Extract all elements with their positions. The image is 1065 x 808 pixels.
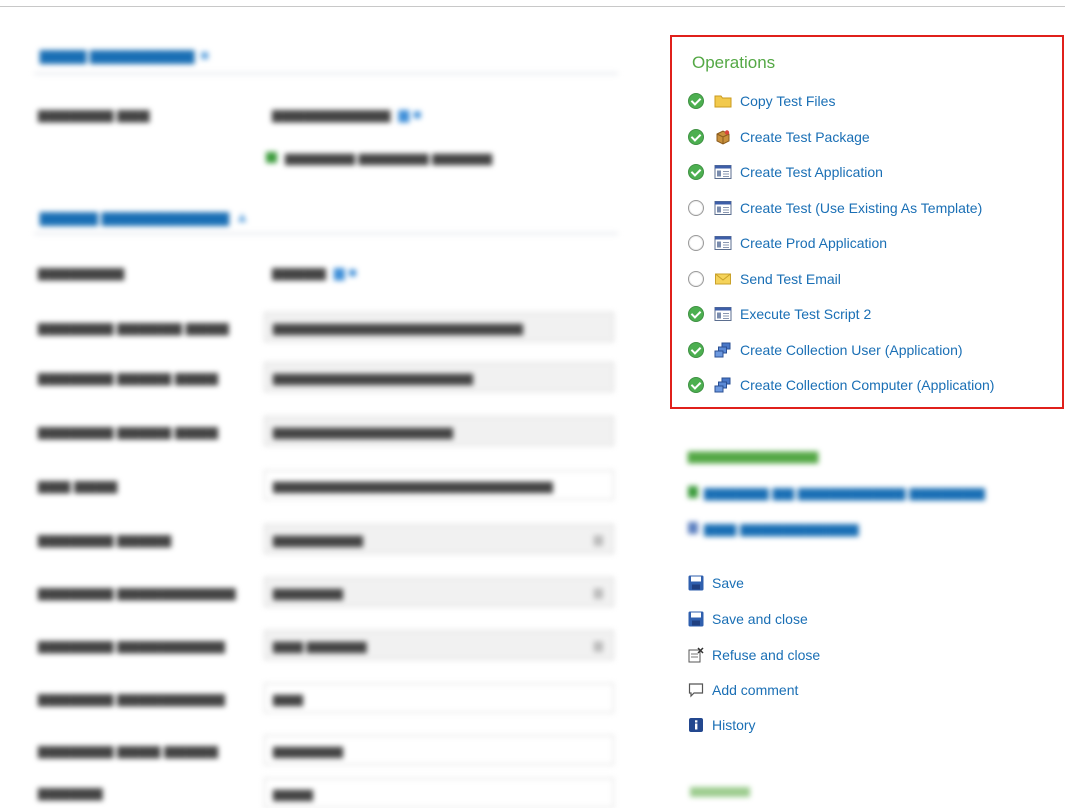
field-label: ▆▆▆ ▆▆▆▆ [38, 477, 118, 493]
field-value: ▆▆▆▆▆▆▆▆▆▆▆ ▆ ■ [272, 106, 422, 122]
floppy-disk-icon [688, 611, 704, 627]
field-label: ▆▆▆▆▆▆▆ ▆▆▆▆▆▆▆▆▆▆▆ [38, 584, 236, 600]
field-input[interactable]: ▆▆▆▆▆▆▆▆▆▆▆▆▆▆▆▆▆▆▆▆▆▆▆▆▆ [264, 312, 614, 342]
operation-link[interactable]: Create Prod Application [740, 235, 887, 251]
refuse-and-close-button[interactable]: Refuse and close [712, 647, 820, 663]
save-button[interactable]: Save [712, 575, 744, 591]
field-input[interactable]: ▆▆▆▆▆▆▆▆▆▆▆▆▆▆▆▆▆▆▆▆ [264, 362, 614, 392]
comment-bubble-icon [688, 683, 704, 698]
completed-status-icon [688, 341, 704, 358]
info-icon [689, 718, 703, 732]
operation-link[interactable]: Create Collection Computer (Application) [740, 377, 994, 393]
field-label: ▆▆▆▆▆▆▆ ▆▆▆▆▆▆▆▆▆▆ [38, 690, 225, 706]
operation-link[interactable]: Execute Test Script 2 [740, 306, 871, 322]
operation-item[interactable]: Execute Test Script 2 [688, 303, 871, 325]
blurred-link[interactable]: ▆▆▆▆▆▆ ▆▆ ▆▆▆▆▆▆▆▆▆▆ ▆▆▆▆▆▆▆ [688, 484, 985, 501]
floppy-disk-icon [688, 575, 704, 591]
field-input[interactable]: ▆▆▆ [264, 683, 614, 713]
blurred-bottom-title [690, 784, 770, 797]
application-icon [714, 306, 732, 322]
package-icon [714, 129, 732, 145]
pending-status-icon [688, 235, 704, 251]
section-divider-1 [34, 72, 618, 75]
field-value: ▆▆▆▆▆ ▆ ■ [272, 264, 357, 280]
pending-status-icon [688, 270, 704, 287]
field-label: ▆▆▆▆▆▆▆▆ [38, 264, 125, 280]
application-icon [714, 164, 732, 180]
operation-item[interactable]: Create Test Application [688, 161, 883, 183]
operation-link[interactable]: Create Test Package [740, 129, 870, 145]
operation-link[interactable]: Send Test Email [740, 271, 841, 287]
completed-status-icon [688, 306, 704, 322]
blurred-link[interactable]: ▆▆▆ ▆▆▆▆▆▆▆▆▆▆▆ [688, 520, 859, 537]
operation-item[interactable]: Create Prod Application [688, 232, 887, 254]
operations-title: Operations [692, 53, 776, 72]
operation-item[interactable]: Create Collection Computer (Application) [688, 374, 994, 396]
section-title-2: ▆▆▆▆▆ ▆▆▆▆▆▆▆▆▆▆▆ ▲ [40, 209, 250, 226]
section-title-1: ▆▆▆▆ ▆▆▆▆▆▆▆▆▆ ■ [40, 47, 210, 64]
checkbox-row[interactable]: ▆▆▆▆▆▆▆ ▆▆▆▆▆▆▆ ▆▆▆▆▆▆ [266, 150, 492, 166]
blurred-form-area: ▆▆▆▆ ▆▆▆▆▆▆▆▆▆ ■ ▆▆▆▆▆▆▆ ▆▆▆ ▆▆▆▆▆▆▆▆▆▆▆ ▆… [0, 0, 640, 808]
computers-icon [714, 342, 732, 358]
add-comment-button[interactable]: Add comment [712, 682, 798, 698]
operation-item[interactable]: Send Test Email [688, 268, 841, 290]
field-label: ▆▆▆▆▆▆▆ ▆▆▆▆▆▆▆▆▆▆ [38, 637, 225, 653]
field-input[interactable]: ▆▆▆▆▆▆▆ [264, 735, 614, 765]
field-label: ▆▆▆▆▆▆▆ ▆▆▆▆▆ ▆▆▆▆ [38, 423, 219, 439]
field-label: ▆▆▆▆▆▆▆ ▆▆▆▆▆ ▆▆▆▆ [38, 369, 219, 385]
field-select[interactable]: ▆▆▆▆▆▆▆ ▆ [264, 577, 614, 607]
save-and-close-action[interactable]: Save and close [688, 608, 808, 630]
field-label: ▆▆▆▆▆▆ [38, 784, 103, 800]
field-select[interactable]: ▆▆▆ ▆▆▆▆▆▆ ▆ [264, 630, 614, 660]
save-action[interactable]: Save [688, 572, 744, 594]
section-divider-2 [34, 232, 618, 235]
completed-status-icon [688, 164, 704, 180]
operation-item[interactable]: Create Test Package [688, 126, 870, 148]
pending-status-icon [688, 199, 704, 216]
field-label: ▆▆▆▆▆▆▆ ▆▆▆▆▆▆ ▆▆▆▆ [38, 319, 229, 335]
refuse-and-close-action[interactable]: Refuse and close [688, 644, 820, 666]
folder-icon [714, 93, 732, 109]
history-action[interactable]: History [688, 714, 756, 736]
computers-icon [714, 377, 732, 393]
application-icon [714, 200, 732, 216]
field-label: ▆▆▆▆▆▆▆ ▆▆▆ [38, 106, 150, 122]
completed-status-icon [688, 377, 704, 393]
field-input[interactable]: ▆▆▆▆ [264, 778, 614, 808]
edit-document-icon [688, 647, 704, 663]
field-input[interactable]: ▆▆▆▆▆▆▆▆▆▆▆▆▆▆▆▆▆▆ [264, 416, 614, 446]
operation-link[interactable]: Create Test (Use Existing As Template) [740, 200, 982, 216]
operation-item[interactable]: Create Test (Use Existing As Template) [688, 197, 982, 219]
field-label: ▆▆▆▆▆▆▆ ▆▆▆▆ ▆▆▆▆▆ [38, 742, 219, 758]
blurred-links-block: ▆▆▆▆▆▆▆▆▆▆▆▆▆ ▆▆▆▆▆▆ ▆▆ ▆▆▆▆▆▆▆▆▆▆ ▆▆▆▆▆… [680, 440, 1065, 560]
field-label: ▆▆▆▆▆▆▆ ▆▆▆▆▆ [38, 531, 172, 547]
completed-status-icon [688, 128, 704, 145]
save-and-close-button[interactable]: Save and close [712, 611, 808, 627]
operation-item[interactable]: Copy Test Files [688, 90, 835, 112]
operation-link[interactable]: Create Collection User (Application) [740, 342, 963, 358]
operation-link[interactable]: Copy Test Files [740, 93, 835, 109]
operation-link[interactable]: Create Test Application [740, 164, 883, 180]
envelope-icon [714, 271, 732, 287]
blurred-section-title: ▆▆▆▆▆▆▆▆▆▆▆▆▆ [688, 448, 818, 463]
history-button[interactable]: History [712, 717, 756, 733]
add-comment-action[interactable]: Add comment [688, 679, 798, 701]
completed-status-icon [688, 93, 704, 109]
operations-panel: Operations Copy Test Files Create Test Pa… [670, 35, 1064, 409]
operation-item[interactable]: Create Collection User (Application) [688, 339, 963, 361]
field-input[interactable]: ▆▆▆▆▆▆▆▆▆▆▆▆▆▆▆▆▆▆▆▆▆▆▆▆▆▆▆▆ [264, 470, 614, 500]
field-input[interactable]: ▆▆▆▆▆▆▆▆▆ ▆ [264, 524, 614, 554]
application-icon [714, 235, 732, 251]
